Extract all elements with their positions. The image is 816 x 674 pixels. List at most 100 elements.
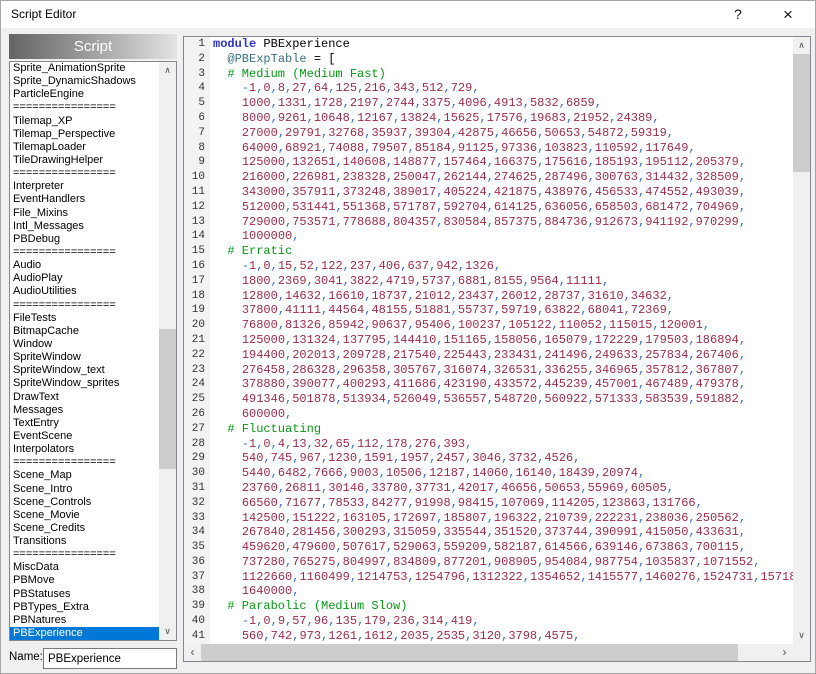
code-line[interactable]: 9 125000,132651,140608,148877,157464,166… <box>184 155 793 170</box>
list-item[interactable]: BitmapCache <box>10 325 159 338</box>
code-line[interactable]: 15 # Erratic <box>184 244 793 259</box>
list-vertical-scrollbar[interactable]: ∧ ∨ <box>159 62 176 640</box>
code-line[interactable]: 29 540,745,967,1230,1591,1957,2457,3046,… <box>184 451 793 466</box>
list-item[interactable]: Scene_Intro <box>10 483 159 496</box>
script-name-input[interactable] <box>43 648 177 669</box>
list-item[interactable]: ParticleEngine <box>10 88 159 101</box>
list-item[interactable]: DrawText <box>10 391 159 404</box>
code-line[interactable]: 27 # Fluctuating <box>184 422 793 437</box>
editor-vscroll-track[interactable] <box>793 54 810 627</box>
list-item[interactable]: Transitions <box>10 535 159 548</box>
code-line[interactable]: 16 -1,0,15,52,122,237,406,637,942,1326, <box>184 259 793 274</box>
code-line[interactable]: 23 276458,286328,296358,305767,316074,32… <box>184 363 793 378</box>
list-item[interactable]: Audio <box>10 259 159 272</box>
code-line[interactable]: 24 378880,390077,400293,411686,423190,43… <box>184 377 793 392</box>
code-line[interactable]: 33 142500,151222,163105,172697,185807,19… <box>184 511 793 526</box>
list-item[interactable]: TilemapLoader <box>10 141 159 154</box>
code-line[interactable]: 6 8000,9261,10648,12167,13824,15625,1757… <box>184 111 793 126</box>
list-item[interactable]: AudioPlay <box>10 272 159 285</box>
scroll-up-icon[interactable]: ∧ <box>159 62 176 79</box>
code-line[interactable]: 13 729000,753571,778688,804357,830584,85… <box>184 215 793 230</box>
code-line[interactable]: 39 # Parabolic (Medium Slow) <box>184 599 793 614</box>
code-line[interactable]: 25 491346,501878,513934,526049,536557,54… <box>184 392 793 407</box>
list-item[interactable]: Scene_Map <box>10 469 159 482</box>
list-item[interactable]: PBDebug <box>10 233 159 246</box>
code-line[interactable]: 21 125000,131324,137795,144410,151165,15… <box>184 333 793 348</box>
list-item[interactable]: SpriteWindow_text <box>10 364 159 377</box>
code-line[interactable]: 8 64000,68921,74088,79507,85184,91125,97… <box>184 141 793 156</box>
list-item[interactable]: EventScene <box>10 430 159 443</box>
editor-vscroll-thumb[interactable] <box>793 54 810 172</box>
list-item[interactable]: ================ <box>10 456 159 469</box>
code-line[interactable]: 22 194400,202013,209728,217540,225443,23… <box>184 348 793 363</box>
code-line[interactable]: 12 512000,531441,551368,571787,592704,61… <box>184 200 793 215</box>
list-item[interactable]: TextEntry <box>10 417 159 430</box>
code-line[interactable]: 38 1640000, <box>184 584 793 599</box>
list-item[interactable]: ================ <box>10 101 159 114</box>
code-line[interactable]: 4 -1,0,8,27,64,125,216,343,512,729, <box>184 81 793 96</box>
code-line[interactable]: 2 @PBExpTable = [ <box>184 52 793 67</box>
list-item[interactable]: SpriteWindow <box>10 351 159 364</box>
script-listbox[interactable]: Sprite_AnimationSpriteSprite_DynamicShad… <box>9 61 177 641</box>
code-line[interactable]: 28 -1,0,4,13,32,65,112,178,276,393, <box>184 437 793 452</box>
list-item[interactable]: PBMove <box>10 574 159 587</box>
list-item[interactable]: Interpolators <box>10 443 159 456</box>
list-item[interactable]: PBTypes_Extra <box>10 601 159 614</box>
editor-vertical-scrollbar[interactable]: ∧ ∨ <box>793 37 810 644</box>
scroll-left-icon[interactable]: ‹ <box>184 644 201 661</box>
code-line[interactable]: 17 1800,2369,3041,3822,4719,5737,6881,81… <box>184 274 793 289</box>
code-line[interactable]: 11 343000,357911,373248,389017,405224,42… <box>184 185 793 200</box>
list-item[interactable]: Scene_Credits <box>10 522 159 535</box>
list-item[interactable]: Tilemap_XP <box>10 115 159 128</box>
code-line[interactable]: 14 1000000, <box>184 229 793 244</box>
script-list[interactable]: Sprite_AnimationSpriteSprite_DynamicShad… <box>10 62 159 640</box>
list-item[interactable]: TileDrawingHelper <box>10 154 159 167</box>
code-line[interactable]: 37 1122660,1160499,1214753,1254796,13123… <box>184 570 793 585</box>
close-icon[interactable]: × <box>769 1 807 28</box>
help-button[interactable]: ? <box>719 1 757 28</box>
list-item[interactable]: Intl_Messages <box>10 220 159 233</box>
editor-horizontal-scrollbar[interactable]: ‹ › <box>184 644 793 661</box>
code-line[interactable]: 18 12800,14632,16610,18737,21012,23437,2… <box>184 289 793 304</box>
list-item[interactable]: PBStatuses <box>10 588 159 601</box>
list-item[interactable]: PBNatures <box>10 614 159 627</box>
code-line[interactable]: 36 737280,765275,804997,834809,877201,90… <box>184 555 793 570</box>
list-scrollbar-track[interactable] <box>159 79 176 623</box>
list-item[interactable]: File_Mixins <box>10 207 159 220</box>
list-item[interactable]: Sprite_AnimationSprite <box>10 62 159 75</box>
code-editor[interactable]: 1module PBExperience2 @PBExpTable = [3 #… <box>183 36 811 662</box>
scroll-down-icon[interactable]: ∨ <box>159 623 176 640</box>
code-line[interactable]: 34 267840,281456,300293,315059,335544,35… <box>184 525 793 540</box>
code-line[interactable]: 32 66560,71677,78533,84277,91998,98415,1… <box>184 496 793 511</box>
list-item[interactable]: PBExperience <box>10 627 159 640</box>
code-line[interactable]: 19 37800,41111,44564,48155,51881,55737,5… <box>184 303 793 318</box>
code-line[interactable]: 10 216000,226981,238328,250047,262144,27… <box>184 170 793 185</box>
list-item[interactable]: MiscData <box>10 561 159 574</box>
list-item[interactable]: ================ <box>10 167 159 180</box>
code-line[interactable]: 35 459620,479600,507617,529063,559209,58… <box>184 540 793 555</box>
code-line[interactable]: 7 27000,29791,32768,35937,39304,42875,46… <box>184 126 793 141</box>
list-item[interactable]: SpriteWindow_sprites <box>10 377 159 390</box>
code-line[interactable]: 26 600000, <box>184 407 793 422</box>
code-line[interactable]: 30 5440,6482,7666,9003,10506,12187,14060… <box>184 466 793 481</box>
list-item[interactable]: ================ <box>10 246 159 259</box>
list-item[interactable]: Tilemap_Perspective <box>10 128 159 141</box>
list-item[interactable]: Sprite_DynamicShadows <box>10 75 159 88</box>
list-item[interactable]: Scene_Movie <box>10 509 159 522</box>
scroll-up-icon[interactable]: ∧ <box>793 37 810 54</box>
code-area[interactable]: 1module PBExperience2 @PBExpTable = [3 #… <box>184 37 793 644</box>
list-item[interactable]: ================ <box>10 299 159 312</box>
list-item[interactable]: AudioUtilities <box>10 285 159 298</box>
code-line[interactable]: 40 -1,0,9,57,96,135,179,236,314,419, <box>184 614 793 629</box>
list-item[interactable]: Interpreter <box>10 180 159 193</box>
code-line[interactable]: 31 23760,26811,30146,33780,37731,42017,4… <box>184 481 793 496</box>
code-line[interactable]: 5 1000,1331,1728,2197,2744,3375,4096,491… <box>184 96 793 111</box>
list-item[interactable]: Scene_Controls <box>10 496 159 509</box>
code-line[interactable]: 3 # Medium (Medium Fast) <box>184 67 793 82</box>
list-item[interactable]: Window <box>10 338 159 351</box>
list-item[interactable]: EventHandlers <box>10 193 159 206</box>
list-item[interactable]: Messages <box>10 404 159 417</box>
scroll-down-icon[interactable]: ∨ <box>793 627 810 644</box>
code-line[interactable]: 1module PBExperience <box>184 37 793 52</box>
list-item[interactable]: ================ <box>10 548 159 561</box>
